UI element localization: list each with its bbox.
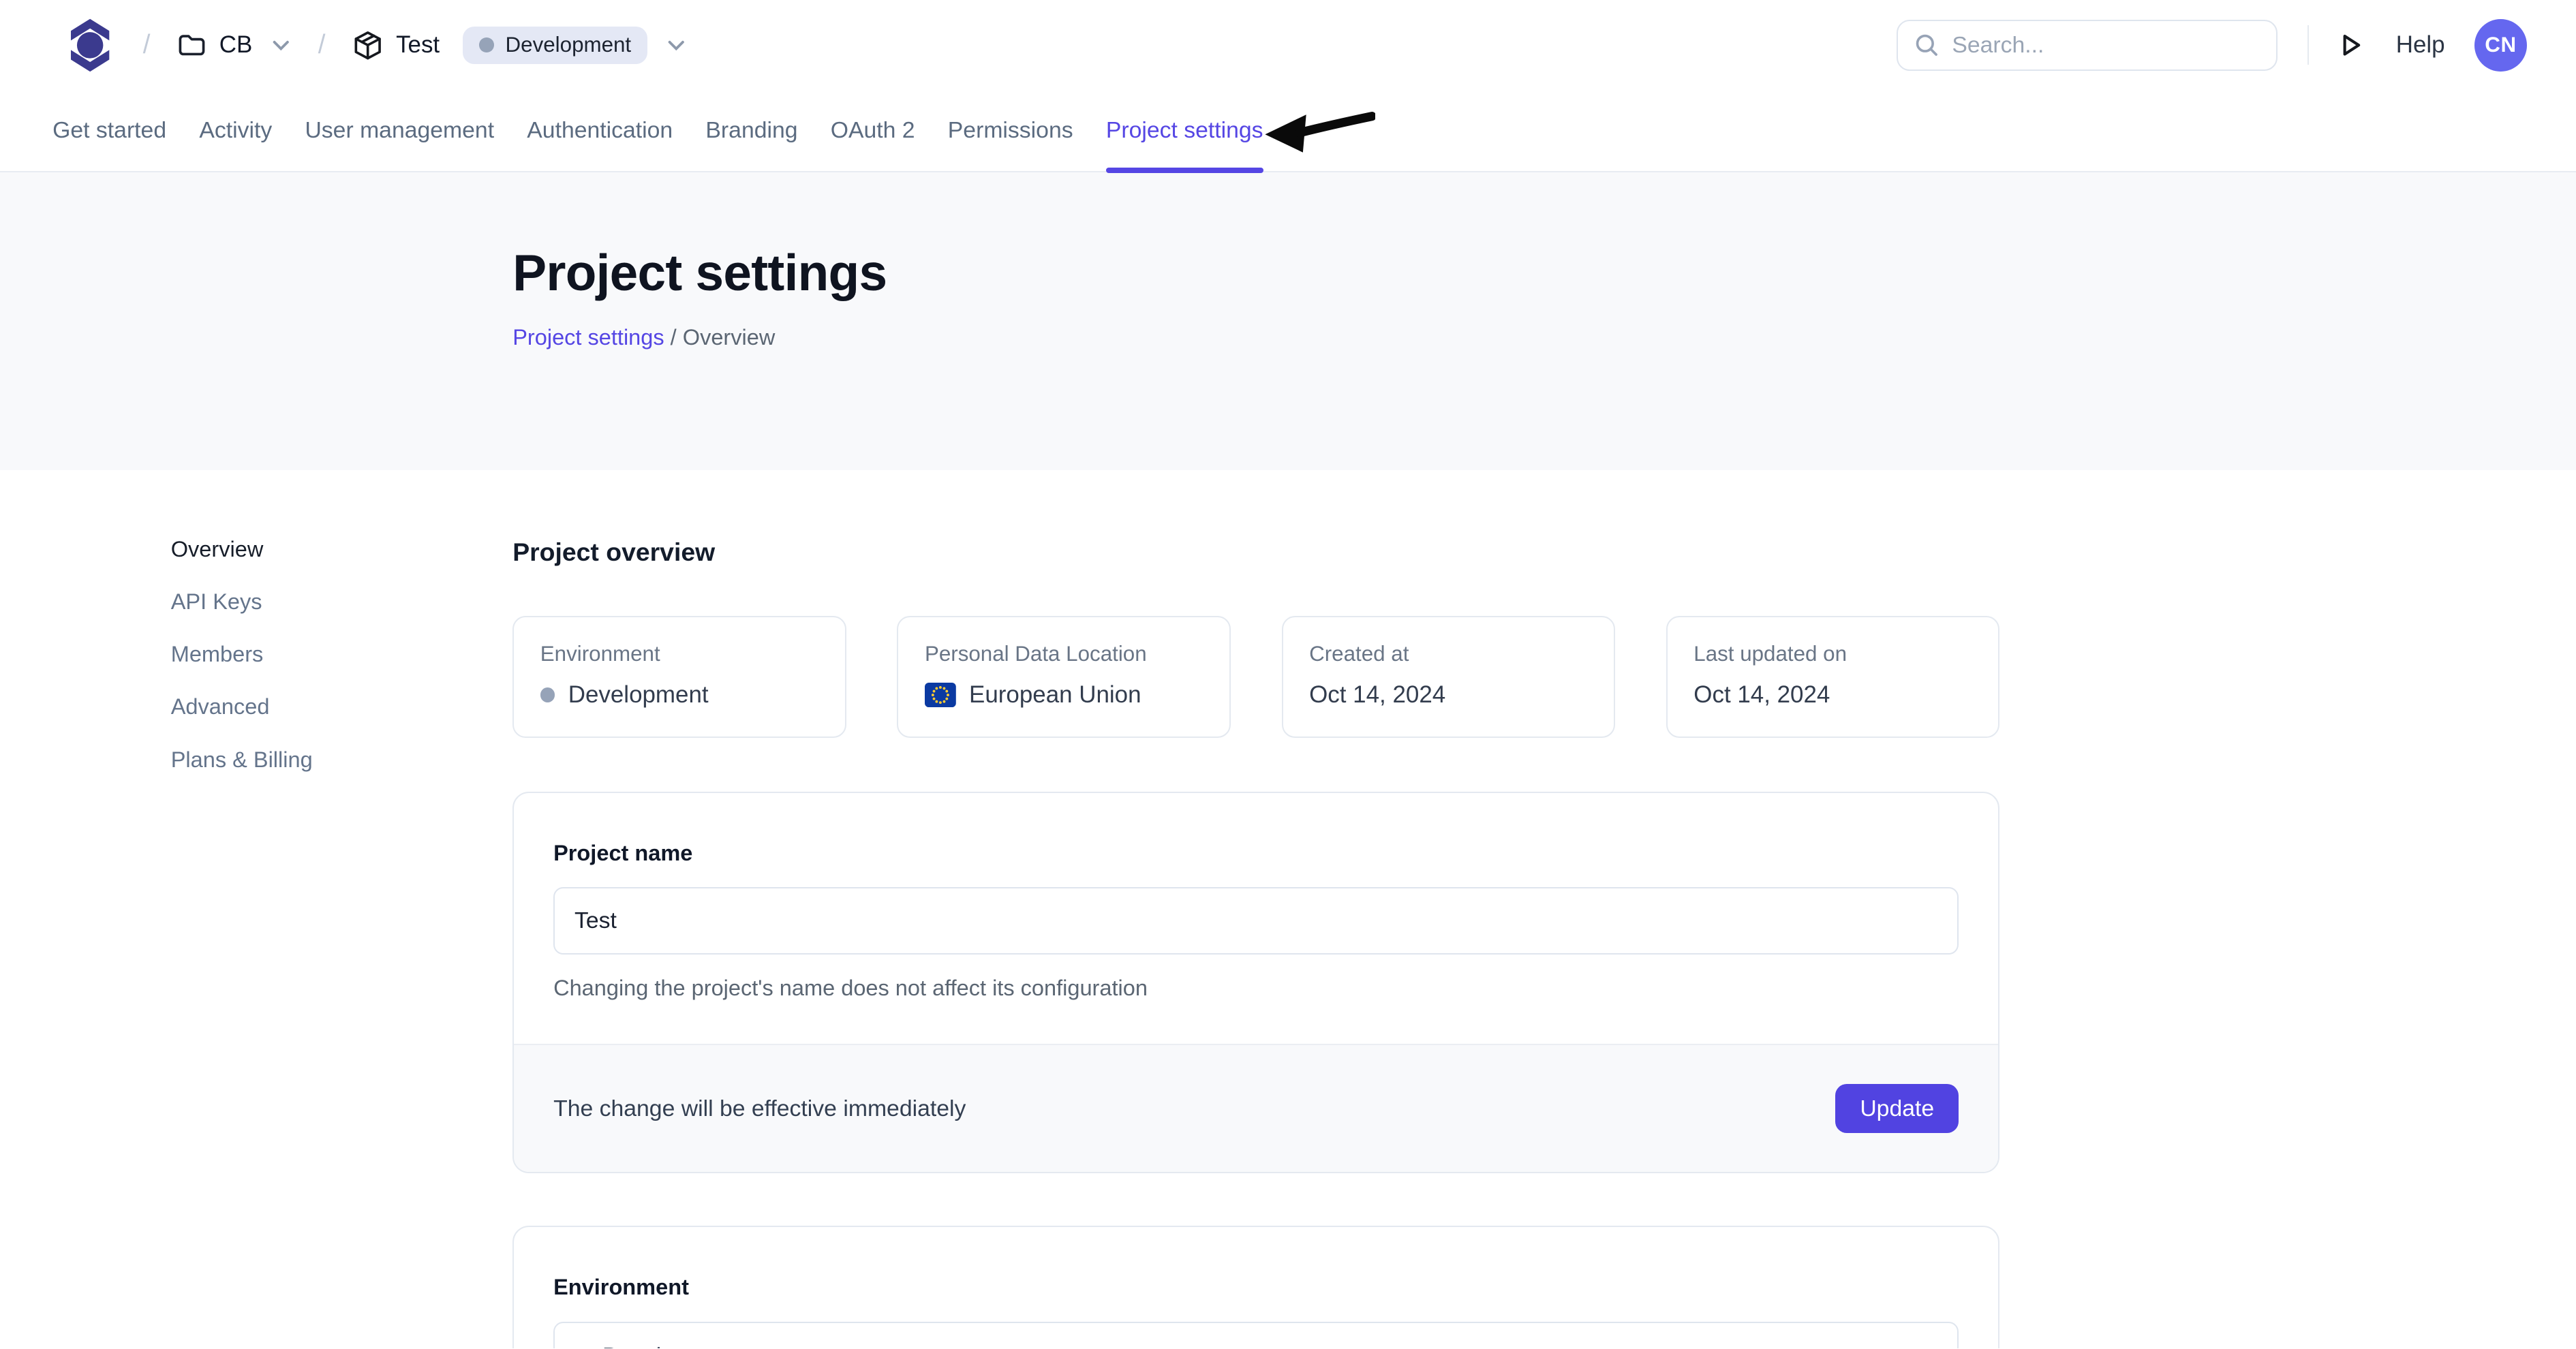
search-box[interactable]: [1897, 20, 2278, 71]
annotation-arrow-icon: [1263, 102, 1375, 161]
card-label: Environment: [540, 642, 818, 666]
card-environment: Environment Development: [512, 616, 846, 737]
org-name: CB: [219, 31, 253, 59]
main-panel: Project overview Environment Development…: [512, 536, 1999, 1348]
settings-sidebar: Overview API Keys Members Advanced Plans…: [171, 536, 512, 1348]
breadcrumb-separator: /: [318, 30, 326, 60]
tab-authentication[interactable]: Authentication: [527, 91, 673, 172]
page-title: Project settings: [512, 243, 2576, 302]
project-name-panel: Project name Changing the project's name…: [512, 792, 1999, 1173]
card-last-updated: Last updated on Oct 14, 2024: [1666, 616, 1999, 737]
project-name: Test: [396, 31, 440, 59]
sidebar-item-members[interactable]: Members: [171, 640, 512, 668]
environment-dot-icon: [479, 37, 494, 52]
folder-icon: [178, 32, 206, 59]
tab-user-management[interactable]: User management: [305, 91, 494, 172]
card-created-at: Created at Oct 14, 2024: [1282, 616, 1615, 737]
card-value: Oct 14, 2024: [1309, 681, 1587, 709]
app-root: / CB / Test: [0, 0, 2576, 1348]
environment-select-value: Development: [602, 1343, 738, 1349]
tab-oauth2[interactable]: OAuth 2: [831, 91, 915, 172]
tab-get-started[interactable]: Get started: [52, 91, 166, 172]
tab-project-settings[interactable]: Project settings: [1106, 91, 1263, 172]
footer-note: The change will be effective immediately: [553, 1096, 966, 1122]
card-value: Oct 14, 2024: [1693, 681, 1972, 709]
overview-cards: Environment Development Personal Data Lo…: [512, 616, 1999, 737]
breadcrumb-link-project-settings[interactable]: Project settings: [512, 325, 664, 350]
breadcrumb-separator: /: [671, 325, 677, 350]
primary-nav: Get started Activity User management Aut…: [0, 91, 2576, 173]
breadcrumb-separator: /: [143, 30, 151, 60]
content-area: Overview API Keys Members Advanced Plans…: [0, 470, 2576, 1349]
page-hero: Project settings Project settings / Over…: [0, 172, 2576, 469]
package-icon: [353, 31, 382, 60]
top-header: / CB / Test: [0, 0, 2576, 91]
user-avatar[interactable]: CN: [2474, 19, 2527, 72]
environment-select[interactable]: Development: [553, 1322, 1959, 1349]
chevron-down-icon: [272, 39, 290, 52]
card-value: European Union: [925, 681, 1203, 709]
breadcrumb-current: Overview: [683, 325, 776, 350]
project-name-label: Project name: [553, 841, 1959, 866]
sidebar-item-api-keys[interactable]: API Keys: [171, 588, 512, 616]
card-label: Last updated on: [1693, 642, 1972, 666]
project-name-input[interactable]: [553, 887, 1959, 955]
sidebar-item-advanced[interactable]: Advanced: [171, 693, 512, 721]
card-personal-data-location: Personal Data Location: [897, 616, 1230, 737]
breadcrumb: Project settings / Overview: [512, 325, 2576, 350]
search-input[interactable]: [1952, 32, 2260, 59]
eu-flag-icon: [925, 683, 956, 707]
tab-branding[interactable]: Branding: [705, 91, 797, 172]
card-label: Created at: [1309, 642, 1587, 666]
project-name-helper: Changing the project's name does not aff…: [553, 976, 1959, 1044]
card-value: Development: [540, 681, 818, 709]
org-switcher[interactable]: CB: [178, 31, 290, 59]
tab-permissions[interactable]: Permissions: [948, 91, 1073, 172]
tab-activity[interactable]: Activity: [199, 91, 272, 172]
project-name-footer: The change will be effective immediately…: [514, 1044, 1998, 1172]
app-logo-icon[interactable]: [65, 16, 114, 75]
help-link[interactable]: Help: [2396, 31, 2445, 59]
section-title: Project overview: [512, 536, 1999, 568]
project-switcher[interactable]: Test Development: [353, 27, 685, 64]
card-label: Personal Data Location: [925, 642, 1203, 666]
chevron-down-icon: [667, 39, 686, 52]
header-divider: [2307, 25, 2309, 65]
environment-dot-icon: [540, 687, 555, 702]
environment-badge: Development: [463, 27, 647, 64]
environment-label: Environment: [553, 1275, 1959, 1300]
sidebar-item-plans-billing[interactable]: Plans & Billing: [171, 746, 512, 774]
environment-panel: Environment Development: [512, 1226, 1999, 1348]
search-icon: [1914, 33, 1939, 57]
update-button[interactable]: Update: [1835, 1084, 1959, 1133]
play-icon[interactable]: [2338, 32, 2363, 59]
sidebar-item-overview[interactable]: Overview: [171, 536, 512, 563]
